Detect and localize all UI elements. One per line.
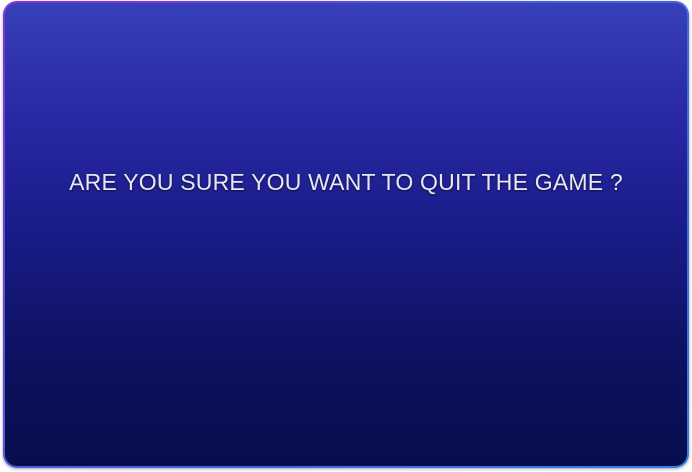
quit-confirmation-dialog: ARE YOU SURE YOU WANT TO QUIT THE GAME ? bbox=[5, 3, 687, 466]
quit-dialog-frame: ARE YOU SURE YOU WANT TO QUIT THE GAME ? bbox=[3, 1, 689, 468]
quit-confirmation-message: ARE YOU SURE YOU WANT TO QUIT THE GAME ? bbox=[69, 169, 623, 195]
